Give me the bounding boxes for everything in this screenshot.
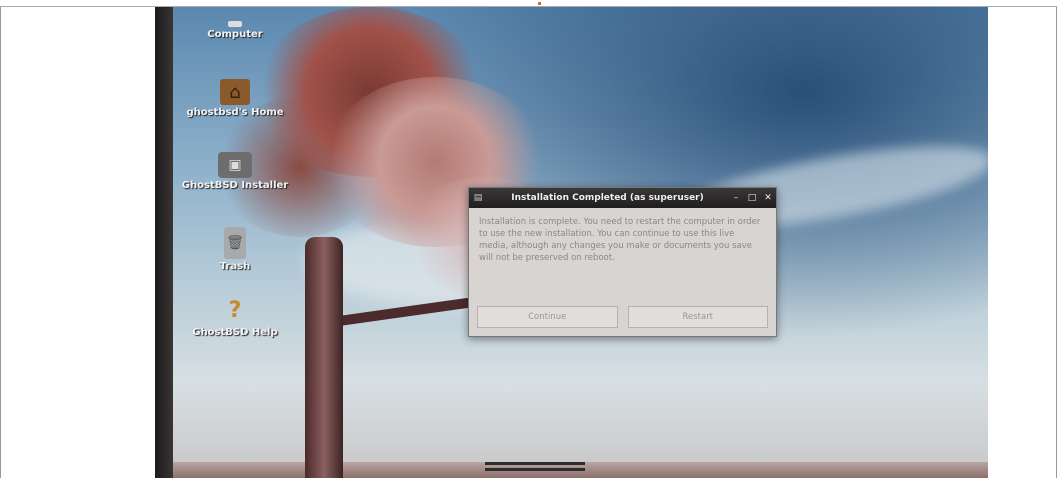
desktop-icon-computer[interactable]: Computer bbox=[180, 21, 290, 41]
monitor-bezel bbox=[155, 7, 173, 478]
help-icon: ? bbox=[228, 297, 242, 323]
left-margin bbox=[0, 7, 156, 478]
continue-button[interactable]: Continue bbox=[477, 306, 618, 328]
dialog-titlebar[interactable]: ▤ Installation Completed (as superuser) … bbox=[469, 188, 776, 208]
maximize-icon[interactable]: □ bbox=[744, 193, 760, 203]
tree-trunk bbox=[305, 237, 343, 478]
bench bbox=[485, 462, 585, 474]
desktop-icon-label: GhostBSD Installer bbox=[181, 180, 289, 191]
installation-completed-dialog: ▤ Installation Completed (as superuser) … bbox=[468, 187, 777, 337]
top-marker bbox=[538, 2, 541, 5]
restart-button[interactable]: Restart bbox=[627, 306, 768, 328]
desktop-icon-label: Trash bbox=[219, 261, 251, 272]
desktop-icon-label: Computer bbox=[207, 29, 263, 40]
trash-icon: 🗑 bbox=[224, 227, 246, 259]
installer-icon: ▣ bbox=[218, 152, 252, 178]
dialog-button-row: Continue Restart bbox=[477, 306, 768, 328]
desktop-icon-label: GhostBSD Help bbox=[192, 327, 278, 338]
desktop-icon-label: ghostbsd's Home bbox=[186, 107, 284, 118]
dialog-title: Installation Completed (as superuser) bbox=[511, 193, 704, 203]
computer-icon bbox=[228, 21, 242, 27]
home-folder-icon: ⌂ bbox=[220, 79, 250, 105]
desktop-screen: Computer ⌂ ghostbsd's Home ▣ GhostBSD In… bbox=[155, 7, 988, 478]
close-icon[interactable]: ✕ bbox=[760, 193, 776, 203]
desktop-icon-home[interactable]: ⌂ ghostbsd's Home bbox=[180, 79, 290, 119]
desktop-icon-installer[interactable]: ▣ GhostBSD Installer bbox=[180, 152, 290, 192]
desktop-icon-trash[interactable]: 🗑 Trash bbox=[180, 227, 290, 273]
dialog-message: Installation is complete. You need to re… bbox=[479, 217, 761, 263]
window-menu-icon[interactable]: ▤ bbox=[469, 193, 487, 203]
minimize-icon[interactable]: – bbox=[728, 193, 744, 203]
desktop-icon-help[interactable]: ? GhostBSD Help bbox=[180, 295, 290, 339]
right-margin bbox=[988, 7, 1057, 478]
